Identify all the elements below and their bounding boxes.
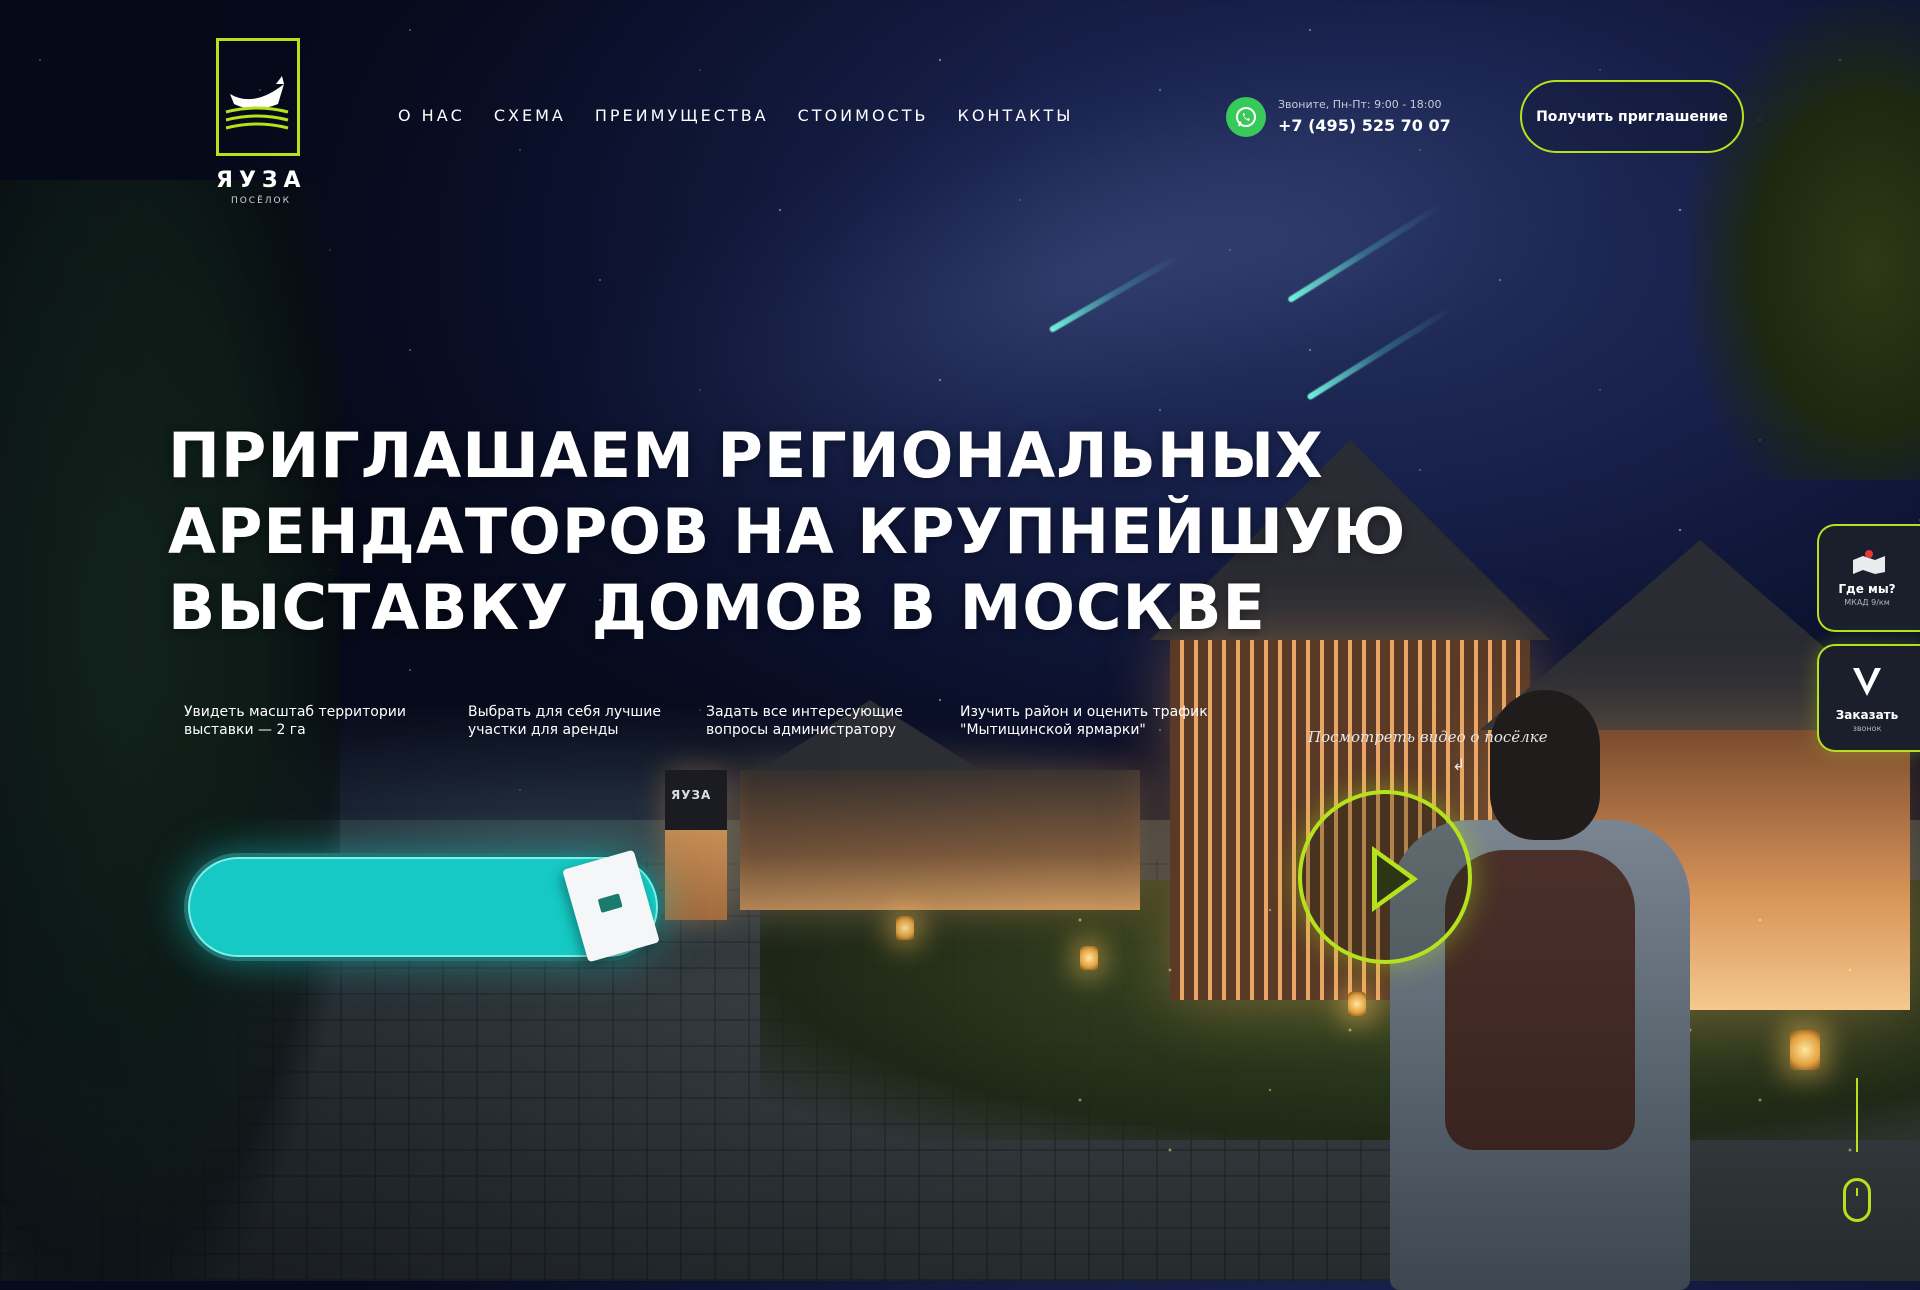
nav-item-contacts[interactable]: КОНТАКТЫ — [957, 106, 1073, 125]
feature-text: Задать все интересующие — [706, 704, 903, 720]
whatsapp-icon[interactable] — [1226, 97, 1266, 137]
girl-with-backpack — [1390, 690, 1690, 1290]
tree-right — [1690, 0, 1920, 480]
village-sign-tower: ЯУЗА — [665, 770, 727, 920]
logo[interactable]: ЯУЗА ПОСЁЛОК — [216, 38, 306, 208]
feature-item: Увидеть масштаб территории выставки — 2 … — [184, 703, 406, 739]
whatsapp-glyph-icon — [1236, 107, 1256, 127]
order-title: Заказать — [1835, 708, 1899, 722]
main-nav: О НАС СХЕМА ПРЕИМУЩЕСТВА СТОИМОСТЬ КОНТА… — [398, 106, 1102, 125]
nav-item-scheme[interactable]: СХЕМА — [494, 106, 566, 125]
play-video-button[interactable] — [1298, 790, 1472, 964]
hero-title-line-3: ВЫСТАВКУ ДОМОВ В МОСКВЕ — [168, 571, 1266, 644]
map-pin-icon — [1853, 550, 1885, 574]
feature-text: Увидеть масштаб территории — [184, 704, 406, 720]
sign-text: ЯУЗА — [671, 788, 712, 802]
curved-arrow-icon: ↲ — [1452, 755, 1466, 774]
feature-text: вопросы администратору — [706, 722, 897, 738]
phone-contact: Звоните, Пн-Пт: 9:00 - 18:00 +7 (495) 52… — [1226, 97, 1456, 139]
boat-icon — [225, 76, 289, 130]
nav-item-about[interactable]: О НАС — [398, 106, 465, 125]
logo-name: ЯУЗА — [216, 168, 307, 193]
check-v-icon — [1853, 668, 1881, 696]
phone-hours: Звоните, Пн-Пт: 9:00 - 18:00 — [1278, 98, 1442, 111]
feature-item: Выбрать для себя лучшие участки для арен… — [468, 703, 661, 739]
phone-number[interactable]: +7 (495) 525 70 07 — [1278, 116, 1451, 135]
play-icon-inner — [1377, 855, 1410, 903]
feature-text: выставки — 2 га — [184, 722, 306, 738]
backpack — [1445, 850, 1635, 1150]
feature-text: Выбрать для себя лучшие — [468, 704, 661, 720]
nav-item-advantages[interactable]: ПРЕИМУЩЕСТВА — [595, 106, 769, 125]
where-title: Где мы? — [1838, 582, 1896, 596]
hero-title-line-1: ПРИГЛАШАЕМ РЕГИОНАЛЬНЫХ — [168, 419, 1324, 492]
mouse-scroll-icon[interactable] — [1843, 1178, 1871, 1222]
hero-title: ПРИГЛАШАЕМ РЕГИОНАЛЬНЫХ АРЕНДАТОРОВ НА К… — [168, 418, 1407, 646]
where-subtitle: МКАД 9/км — [1844, 598, 1890, 607]
order-call-widget[interactable]: Заказать звонок — [1817, 644, 1920, 752]
garden-lamp — [896, 916, 914, 940]
get-invitation-button[interactable]: Получить приглашение — [1520, 80, 1744, 153]
watch-video-link[interactable]: Посмотреть видео о посёлке — [1308, 728, 1548, 746]
hero-title-line-2: АРЕНДАТОРОВ НА КРУПНЕЙШУЮ — [168, 495, 1407, 568]
card-logo — [597, 893, 623, 913]
feature-text: участки для аренды — [468, 722, 619, 738]
feature-item: Задать все интересующие вопросы админист… — [706, 703, 903, 739]
scroll-indicator-line — [1856, 1078, 1858, 1152]
nav-item-price[interactable]: СТОИМОСТЬ — [798, 106, 929, 125]
feature-text: Изучить район и оценить трафик — [960, 704, 1208, 720]
feature-text: "Мытищинской ярмарки" — [960, 722, 1146, 738]
where-are-we-widget[interactable]: Где мы? МКАД 9/км — [1817, 524, 1920, 632]
logo-subtitle: ПОСЁЛОК — [230, 196, 292, 206]
person-head — [1490, 690, 1600, 840]
order-subtitle: звонок — [1852, 724, 1882, 733]
feature-item: Изучить район и оценить трафик "Мытищинс… — [960, 703, 1208, 739]
